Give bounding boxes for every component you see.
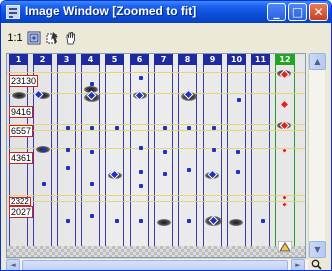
pan-hand-button[interactable]: [64, 29, 78, 47]
gel-band: [12, 92, 26, 99]
zoom-1-1-button[interactable]: 1:1: [7, 29, 23, 47]
lane-header[interactable]: 4: [81, 54, 100, 65]
zoom-to-fit-icon: [27, 31, 41, 45]
band-point[interactable]: [90, 150, 94, 154]
band-point[interactable]: [237, 98, 241, 102]
lane-header[interactable]: 3: [57, 54, 76, 65]
band-point[interactable]: [115, 219, 119, 223]
band-point[interactable]: [187, 168, 191, 172]
window-title: Image Window [Zoomed to fit]: [25, 4, 197, 18]
band-line: [7, 148, 305, 149]
zoom-corner-button[interactable]: [308, 258, 325, 270]
band-point[interactable]: [163, 172, 167, 176]
lane-header[interactable]: 10: [227, 54, 246, 65]
maximize-icon: □: [291, 5, 304, 19]
lane-header[interactable]: 1: [9, 54, 28, 65]
lane-header[interactable]: 11: [251, 54, 270, 65]
scroll-right-button[interactable]: ►: [291, 259, 305, 270]
band-point[interactable]: [187, 219, 191, 223]
scroll-down-button[interactable]: ▼: [309, 241, 326, 258]
maximize-button[interactable]: □: [288, 3, 307, 21]
image-window: Image Window [Zoomed to fit] _ □ ✕ 1:1 1…: [0, 0, 332, 271]
mw-label[interactable]: 2027: [9, 206, 34, 218]
select-region-icon: [46, 32, 58, 44]
band-point[interactable]: [90, 126, 94, 130]
vertical-scrollbar[interactable]: ▲ ▼: [308, 53, 326, 258]
band-line: [7, 124, 305, 125]
band-point[interactable]: [261, 219, 265, 223]
lane-5[interactable]: [105, 54, 124, 246]
lane-8[interactable]: [178, 54, 197, 246]
band-point[interactable]: [115, 126, 119, 130]
minimize-button[interactable]: _: [267, 3, 286, 21]
lane-header[interactable]: 9: [203, 54, 222, 65]
lane-header[interactable]: 6: [130, 54, 149, 65]
band-point[interactable]: [90, 182, 94, 186]
close-button[interactable]: ✕: [309, 3, 328, 21]
lane-origin-marker-icon[interactable]: [278, 241, 292, 253]
band-point[interactable]: [90, 82, 94, 86]
band-line: [7, 93, 305, 94]
band-point[interactable]: [163, 150, 167, 154]
gel-band: [157, 219, 171, 226]
horizontal-scrollbar[interactable]: ◄ ►: [6, 258, 308, 270]
mw-label[interactable]: 23130: [9, 75, 39, 87]
band-point[interactable]: [187, 126, 191, 130]
magnifier-icon: [311, 259, 322, 270]
mw-label[interactable]: 4361: [9, 152, 34, 164]
lane-11[interactable]: [251, 54, 270, 246]
pan-hand-icon: [66, 32, 75, 45]
band-point[interactable]: [139, 76, 143, 80]
band-line: [7, 195, 305, 196]
band-line: [7, 130, 305, 131]
lane-header[interactable]: 7: [154, 54, 173, 65]
minimize-icon: _: [273, 5, 280, 19]
band-point[interactable]: [139, 219, 143, 223]
band-point[interactable]: [236, 170, 240, 174]
select-region-button[interactable]: [45, 29, 61, 47]
band-point[interactable]: [90, 214, 94, 218]
band-point[interactable]: [42, 148, 46, 152]
band-point[interactable]: [139, 146, 143, 150]
band-point[interactable]: [139, 184, 143, 188]
zoom-to-fit-button[interactable]: [25, 29, 43, 47]
band-line: [7, 201, 305, 202]
image-window-icon: [6, 5, 20, 19]
band-point[interactable]: [66, 219, 70, 223]
mw-label[interactable]: 6557: [9, 125, 34, 137]
band-point[interactable]: [139, 170, 143, 174]
transparent-area: [7, 246, 305, 257]
lane-header[interactable]: 2: [33, 54, 52, 65]
band-point[interactable]: [66, 166, 70, 170]
band-line: [7, 72, 305, 73]
band-point[interactable]: [236, 150, 240, 154]
gel-image-canvas[interactable]: 1 2 3 4 5 6 7 8 9 10 11 12 23130 9416 65…: [6, 53, 306, 258]
mw-label[interactable]: 2322: [9, 197, 31, 206]
scroll-up-button[interactable]: ▲: [309, 53, 326, 70]
band-point[interactable]: [66, 126, 70, 130]
band-point[interactable]: [42, 182, 46, 186]
lane-header[interactable]: 8: [178, 54, 197, 65]
scroll-left-button[interactable]: ◄: [6, 259, 20, 270]
lane-header[interactable]: 5: [105, 54, 124, 65]
close-icon: ✕: [313, 5, 324, 19]
band-point[interactable]: [212, 148, 216, 152]
band-point[interactable]: [163, 126, 167, 130]
title-bar[interactable]: Image Window [Zoomed to fit] _ □ ✕: [1, 1, 331, 23]
scroll-thumb[interactable]: [22, 260, 288, 270]
lane-6[interactable]: [130, 54, 149, 246]
band-point[interactable]: [66, 148, 70, 152]
band-point[interactable]: [212, 126, 216, 130]
toolbar: 1:1: [2, 23, 330, 53]
gel-band: [229, 219, 243, 226]
mw-label[interactable]: 9416: [9, 106, 34, 118]
lane-header-active[interactable]: 12: [275, 54, 295, 65]
